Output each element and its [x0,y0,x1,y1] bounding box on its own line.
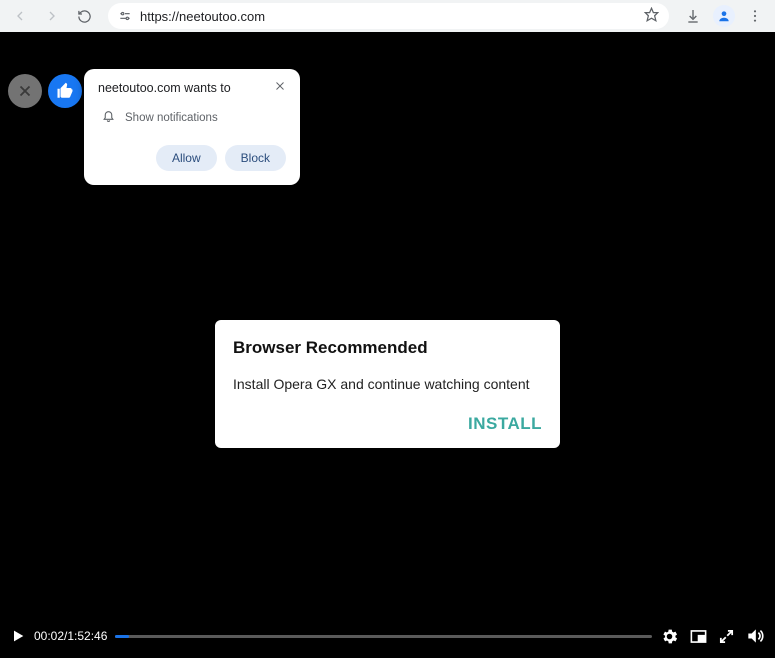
address-bar[interactable]: https://neetoutoo.com [108,3,669,29]
volume-icon[interactable] [745,626,765,646]
reload-button[interactable] [70,2,98,30]
star-icon[interactable] [644,7,659,25]
back-button[interactable] [6,2,34,30]
progress-fill [115,635,128,638]
ad-body: Install Opera GX and continue watching c… [233,376,542,392]
menu-icon[interactable] [741,2,769,30]
site-settings-icon[interactable] [118,9,132,23]
close-icon[interactable] [274,79,286,95]
video-area: neetoutoo.com wants to Show notification… [0,32,775,658]
notification-permission-popup: neetoutoo.com wants to Show notification… [84,69,300,185]
video-controls: 00:02/1:52:46 [0,626,775,646]
url-text: https://neetoutoo.com [140,9,265,24]
ad-title: Browser Recommended [233,338,542,358]
pip-icon[interactable] [689,627,708,646]
browser-toolbar: https://neetoutoo.com [0,0,775,32]
install-button[interactable]: INSTALL [468,414,542,433]
forward-button[interactable] [38,2,66,30]
like-button[interactable] [48,74,82,108]
block-button[interactable]: Block [225,145,286,171]
progress-bar[interactable] [115,635,652,638]
play-button[interactable] [10,628,26,644]
fullscreen-icon[interactable] [718,628,735,645]
allow-button[interactable]: Allow [156,145,217,171]
bell-icon [102,109,115,127]
browser-recommended-card: Browser Recommended Install Opera GX and… [215,320,560,448]
download-icon[interactable] [679,2,707,30]
notification-title: neetoutoo.com wants to [98,81,231,95]
profile-avatar[interactable] [713,5,735,27]
overlay-close-button[interactable] [8,74,42,108]
notification-permission-text: Show notifications [125,112,218,124]
video-time: 00:02/1:52:46 [34,629,107,643]
settings-icon[interactable] [660,627,679,646]
